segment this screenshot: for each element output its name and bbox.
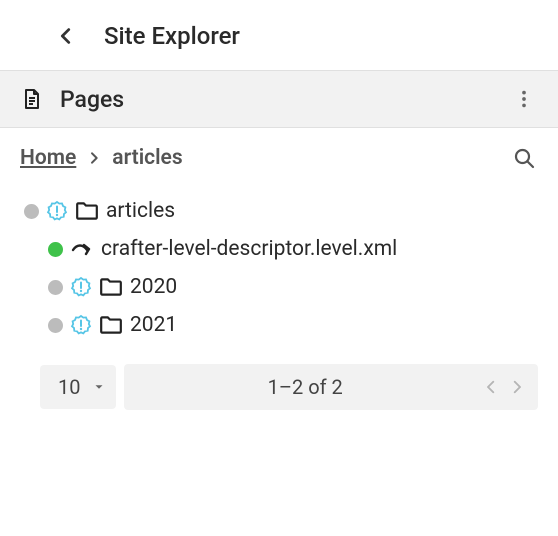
more-menu-button[interactable] bbox=[510, 85, 538, 113]
status-dot bbox=[48, 242, 63, 257]
back-button[interactable] bbox=[52, 22, 80, 50]
breadcrumb-row: Home articles bbox=[0, 128, 558, 188]
new-badge-icon bbox=[70, 314, 92, 336]
section-bar: Pages bbox=[0, 70, 558, 128]
page-range-container: 1–2 of 2 bbox=[124, 364, 538, 410]
folder-icon bbox=[99, 313, 123, 337]
breadcrumb-home[interactable]: Home bbox=[20, 146, 76, 170]
prev-page-button[interactable] bbox=[478, 374, 504, 400]
panel-header: Site Explorer bbox=[0, 0, 558, 70]
tree-item-label: 2021 bbox=[130, 313, 177, 337]
panel-title: Site Explorer bbox=[104, 22, 240, 50]
folder-icon bbox=[99, 275, 123, 299]
status-dot bbox=[48, 318, 63, 333]
search-icon bbox=[512, 146, 536, 170]
new-badge-icon bbox=[46, 200, 68, 222]
search-button[interactable] bbox=[510, 144, 538, 172]
tree-child-item[interactable]: crafter-level-descriptor.level.xml bbox=[20, 230, 542, 268]
breadcrumb-current: articles bbox=[112, 146, 182, 170]
section-title: Pages bbox=[60, 86, 494, 113]
pagination: 10 1–2 of 2 bbox=[0, 352, 558, 422]
new-badge-icon bbox=[70, 276, 92, 298]
more-vertical-icon bbox=[513, 88, 535, 110]
tree-item-label: crafter-level-descriptor.level.xml bbox=[101, 237, 397, 261]
chevron-left-icon bbox=[55, 25, 77, 47]
breadcrumb: Home articles bbox=[20, 146, 500, 170]
next-page-button[interactable] bbox=[504, 374, 530, 400]
folder-icon bbox=[75, 199, 99, 223]
content-tree: articles crafter-level-descriptor.level.… bbox=[0, 188, 558, 352]
tree-child-item[interactable]: 2021 bbox=[20, 306, 542, 344]
level-descriptor-icon bbox=[70, 237, 94, 261]
tree-item-label: articles bbox=[106, 199, 175, 223]
page-size-value: 10 bbox=[58, 375, 80, 399]
tree-child-item[interactable]: 2020 bbox=[20, 268, 542, 306]
chevron-right-icon bbox=[86, 150, 102, 166]
chevron-right-icon bbox=[508, 378, 526, 396]
status-dot bbox=[48, 280, 63, 295]
page-range: 1–2 of 2 bbox=[132, 375, 478, 399]
tree-item-label: 2020 bbox=[130, 275, 177, 299]
tree-root-item[interactable]: articles bbox=[20, 192, 542, 230]
status-dot bbox=[24, 204, 39, 219]
chevron-left-icon bbox=[482, 378, 500, 396]
page-icon bbox=[20, 87, 44, 111]
page-size-select[interactable]: 10 bbox=[40, 365, 116, 409]
caret-down-icon bbox=[92, 380, 106, 394]
